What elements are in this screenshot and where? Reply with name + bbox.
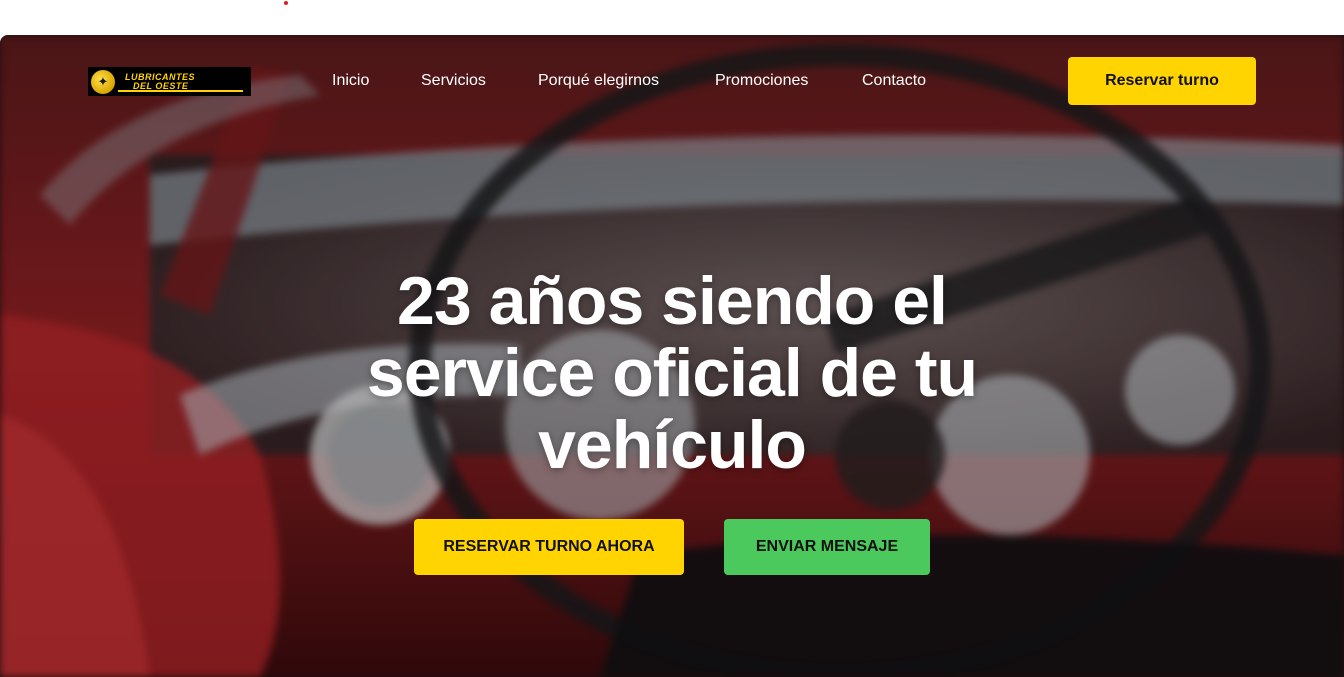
nav-item-inicio[interactable]: Inicio — [332, 72, 369, 90]
main-navbar: ✦ LUBRICANTES DEL OESTE Inicio Servicios… — [0, 35, 1344, 127]
headline-line-2: service oficial de tu — [366, 335, 978, 411]
nav-item-contacto[interactable]: Contacto — [862, 72, 926, 90]
reservar-turno-button[interactable]: Reservar turno — [1068, 57, 1256, 105]
hero-section: ✦ LUBRICANTES DEL OESTE Inicio Servicios… — [0, 35, 1344, 677]
logo-underline — [118, 90, 243, 92]
indicator-dot — [284, 1, 288, 5]
logo-wordmark: LUBRICANTES DEL OESTE — [125, 72, 195, 91]
nav-item-porque-elegirnos[interactable]: Porqué elegirnos — [538, 72, 659, 90]
nav-item-servicios[interactable]: Servicios — [421, 72, 486, 90]
headline-line-3: vehículo — [538, 407, 807, 483]
top-strip — [0, 0, 1344, 35]
headline-line-1: 23 años siendo el — [397, 263, 948, 339]
hero-headline: 23 años siendo el service oficial de tu … — [272, 265, 1072, 481]
brand-logo[interactable]: ✦ LUBRICANTES DEL OESTE — [88, 67, 251, 96]
logo-emblem-icon: ✦ — [91, 69, 115, 94]
nav-item-promociones[interactable]: Promociones — [715, 72, 808, 90]
reservar-turno-ahora-button[interactable]: RESERVAR TURNO AHORA — [414, 519, 684, 575]
enviar-mensaje-button[interactable]: ENVIAR MENSAJE — [724, 519, 930, 575]
